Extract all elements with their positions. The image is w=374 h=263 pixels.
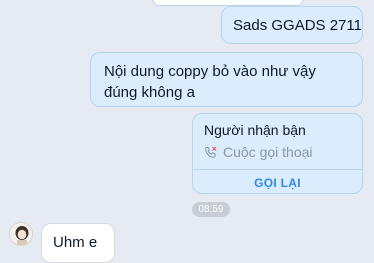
missed-call-icon (205, 146, 217, 158)
call-back-button[interactable]: GỌI LẠI (193, 176, 362, 190)
call-status-card[interactable]: Người nhận bận Cuộc gọi thoại GỌI LẠI (192, 113, 363, 194)
call-type-row: Cuộc gọi thoại (204, 144, 313, 160)
outgoing-message[interactable]: Nội dung coppy bỏ vào như vậy đúng không… (90, 52, 363, 107)
message-text: Uhm e (53, 234, 98, 251)
timestamp-badge: 08:59 (192, 202, 230, 217)
avatar-image (10, 223, 32, 245)
message-text: Sads GGADS 2711 (233, 17, 362, 34)
incoming-message[interactable]: Uhm e (41, 223, 115, 263)
user-avatar[interactable] (9, 222, 33, 246)
card-divider (193, 169, 362, 170)
call-type-label: Cuộc gọi thoại (223, 144, 313, 160)
call-status-title: Người nhận bận (204, 122, 306, 138)
message-text: Nội dung coppy bỏ vào như vậy đúng không… (104, 63, 316, 101)
outgoing-message[interactable]: Sads GGADS 2711 (221, 6, 363, 44)
